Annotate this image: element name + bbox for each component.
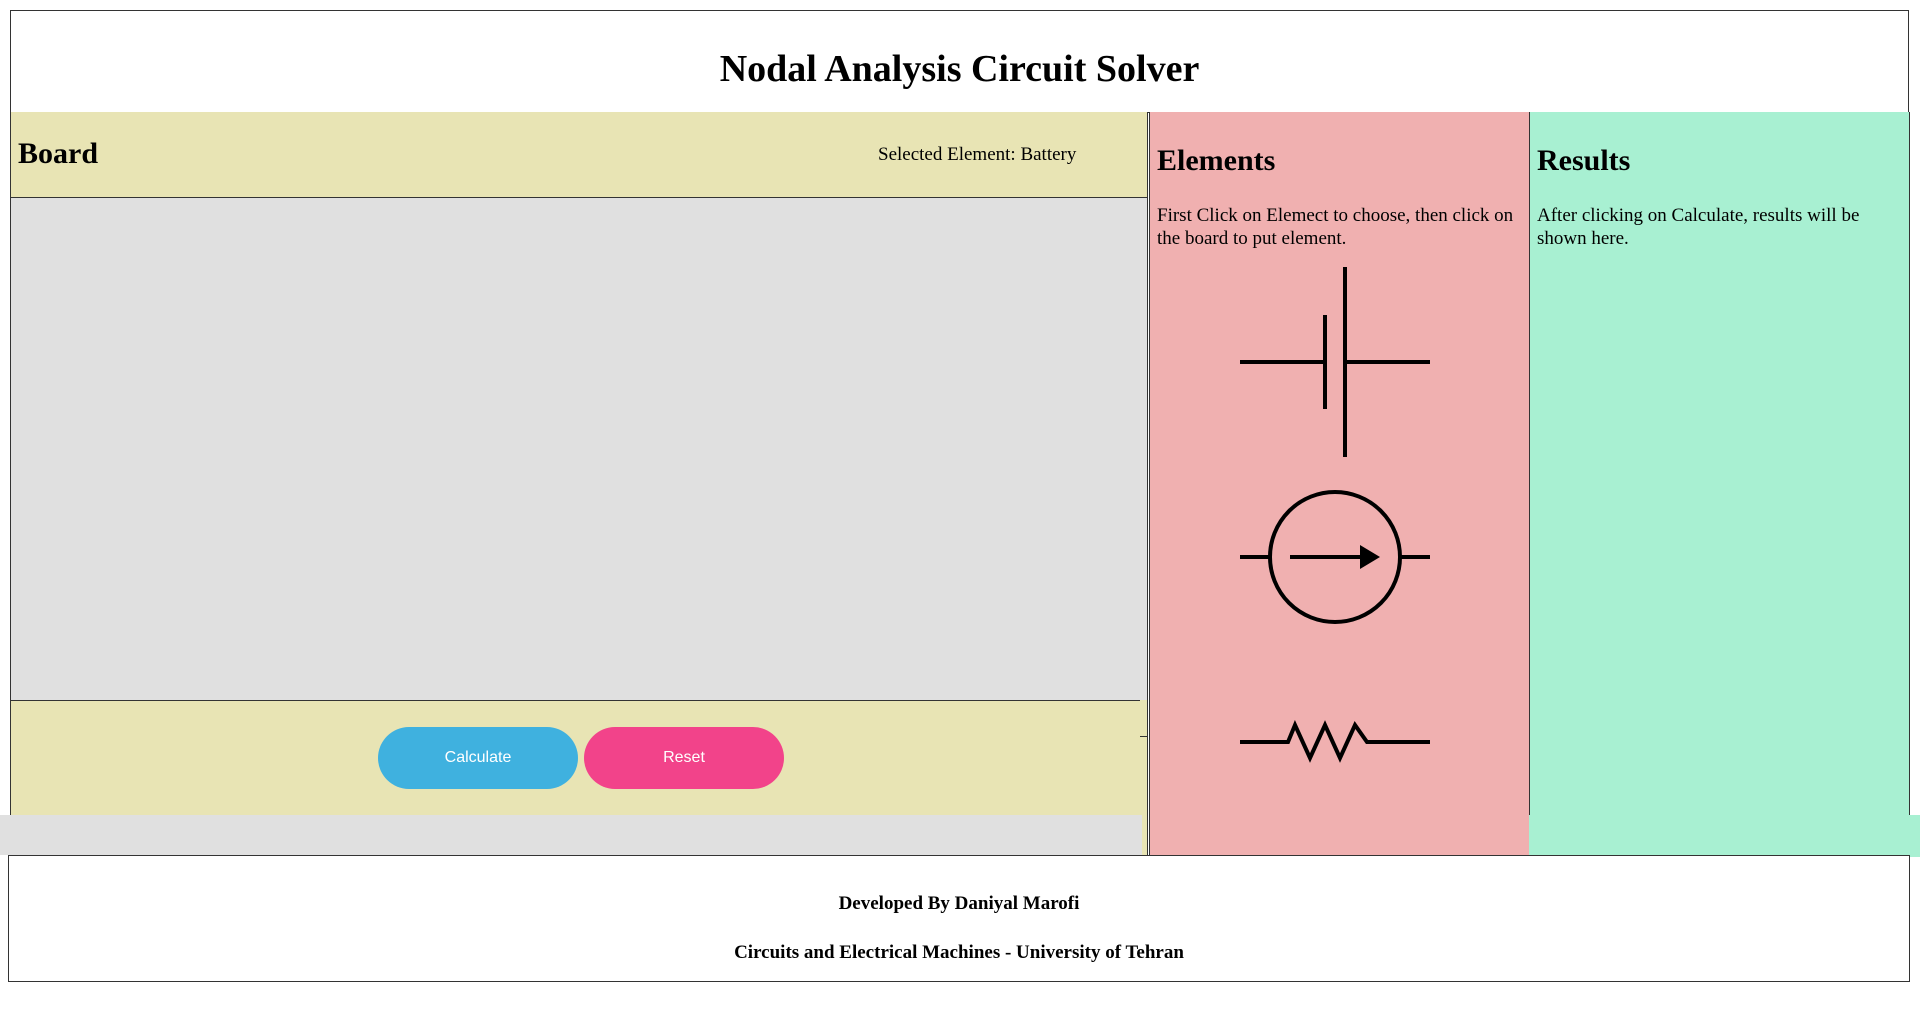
page-title: Nodal Analysis Circuit Solver [719,48,1200,90]
footer-institution: Circuits and Electrical Machines - Unive… [734,942,1184,963]
selected-element-label: Selected Element: Battery [878,144,1077,165]
elements-instructions: First Click on Elemect to choose, then c… [1157,205,1514,249]
elements-title: Elements [1157,144,1276,177]
results-bottom-strip [1529,815,1920,857]
battery-icon[interactable] [1240,267,1430,457]
board-title: Board [18,137,99,170]
calculate-button[interactable]: Calculate [378,727,578,789]
board-header: Board Selected Element: Battery [11,112,1147,198]
resistor-icon[interactable] [1240,719,1430,765]
header: Nodal Analysis Circuit Solver [10,10,1909,113]
footer: Developed By Daniyal Marofi Circuits and… [8,855,1910,982]
footer-developer: Developed By Daniyal Marofi [838,893,1080,914]
results-panel: Results After clicking on Calculate, res… [1529,112,1910,856]
board-footer-divider-step [1140,736,1148,737]
results-title: Results [1537,144,1631,177]
reset-button[interactable]: Reset [584,727,784,789]
board-panel: Board Selected Element: Battery Calculat… [10,112,1148,856]
board-canvas[interactable] [11,198,1147,700]
results-text: After clicking on Calculate, results wil… [1537,205,1860,249]
current-source-icon[interactable] [1240,487,1430,627]
board-footer-divider [11,700,1140,701]
board-bottom-strip [0,815,1142,855]
elements-panel: Elements First Click on Elemect to choos… [1149,112,1530,856]
